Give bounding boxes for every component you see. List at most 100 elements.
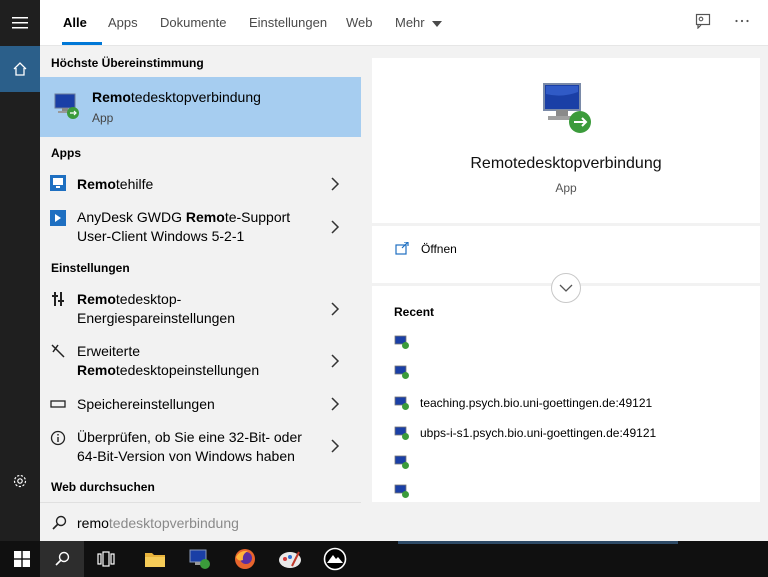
list-item-label: Überprüfen, ob Sie eine 32-Bit- oder 64-B… (77, 428, 327, 466)
start-button[interactable] (0, 541, 44, 577)
paint-app-button[interactable] (268, 541, 312, 577)
remote-desktop-small-icon (394, 484, 409, 498)
label-line1: Überprüfen, ob Sie eine 32-Bit- oder (77, 429, 302, 445)
taskbar-search-button[interactable] (40, 541, 84, 577)
hamburger-menu-button[interactable] (0, 0, 40, 46)
task-view-button[interactable] (84, 541, 128, 577)
best-match-subtitle: App (92, 111, 114, 125)
chevron-right-icon (331, 220, 340, 234)
remote-desktop-small-icon (394, 455, 409, 469)
mountain-app-button[interactable] (313, 541, 357, 577)
remote-desktop-taskbar-button[interactable] (178, 541, 222, 577)
recent-item[interactable] (394, 483, 410, 499)
best-match-title-bold: Remo (92, 89, 131, 105)
list-item-label: AnyDesk GWDG Remote-Support User-Client W… (77, 208, 327, 246)
remote-desktop-large-icon (543, 83, 591, 133)
label-rest: tedesktop- (115, 291, 182, 307)
firefox-button[interactable] (223, 541, 267, 577)
section-web-search: Web durchsuchen (51, 480, 155, 494)
home-icon (13, 62, 27, 76)
remote-desktop-small-icon (394, 426, 409, 440)
folder-icon (145, 553, 165, 567)
best-match-item[interactable]: Remotedesktopverbindung App (40, 77, 361, 137)
chevron-down-icon (559, 284, 573, 292)
tab-mehr-label: Mehr (395, 15, 425, 30)
results-panel: Höchste Übereinstimmung Remotedesktopver… (40, 46, 361, 502)
info-icon (50, 430, 66, 446)
file-explorer-button[interactable] (133, 541, 177, 577)
feedback-button[interactable] (695, 13, 711, 34)
search-box[interactable]: remotedesktopverbindung (40, 502, 361, 541)
filter-tab-bar: Alle Apps Dokumente Einstellungen Web Me… (40, 0, 768, 46)
recent-item[interactable] (394, 334, 410, 350)
firefox-icon (235, 549, 255, 569)
open-icon (395, 242, 409, 255)
tab-einstellungen[interactable]: Einstellungen (249, 15, 327, 30)
feedback-icon (695, 13, 711, 30)
app-title: Remotedesktopverbindung (470, 155, 662, 172)
tab-apps[interactable]: Apps (108, 15, 138, 30)
recent-item[interactable] (394, 454, 410, 470)
remote-desktop-small-icon (394, 335, 409, 349)
windows-logo-icon (14, 551, 30, 567)
label-rest: tedesktopeinstellungen (115, 362, 260, 378)
search-suggestion-text: tedesktopverbindung (108, 515, 239, 531)
label-line2: Energiespareinstellungen (77, 310, 235, 326)
list-item-bit-version[interactable]: Überprüfen, ob Sie eine 32-Bit- oder 64-B… (40, 427, 361, 467)
list-item-storage[interactable]: Speichereinstellungen (40, 393, 361, 417)
tab-dokumente[interactable]: Dokumente (160, 15, 226, 30)
anydesk-icon (50, 210, 66, 226)
gear-icon (13, 474, 27, 488)
settings-button[interactable] (0, 458, 40, 504)
remote-desktop-small-icon (394, 365, 409, 379)
list-item-label: Erweiterte Remotedesktopeinstellungen (77, 342, 327, 380)
app-details-card: Remotedesktopverbindung App (372, 58, 760, 223)
home-button[interactable] (0, 46, 40, 92)
label-line1: Erweiterte (77, 343, 141, 359)
tab-mehr[interactable]: Mehr (395, 15, 443, 30)
active-tab-indicator (62, 42, 102, 45)
search-input[interactable]: remotedesktopverbindung (77, 515, 239, 531)
recent-card: Recent teaching.psych.bio.uni-goettingen… (372, 273, 760, 502)
list-item-label: Speichereinstellungen (77, 396, 215, 412)
list-item-anydesk[interactable]: AnyDesk GWDG Remote-Support User-Client W… (40, 206, 361, 248)
label-bold: Remo (77, 291, 116, 307)
chevron-right-icon (331, 354, 340, 368)
search-icon (52, 515, 67, 530)
app-subtitle: App (555, 181, 577, 195)
hamburger-icon (12, 17, 28, 29)
label-line2: 64-Bit-Version von Windows haben (77, 448, 295, 464)
chevron-right-icon (331, 302, 340, 316)
label-bold: Remo (77, 176, 116, 192)
list-item-label: Remotehilfe (77, 175, 327, 194)
section-apps: Apps (51, 146, 81, 160)
tab-alle[interactable]: Alle (63, 15, 87, 30)
details-pane: Remotedesktopverbindung App Öffnen Recen… (361, 46, 768, 541)
recent-item[interactable]: ubps-i-s1.psych.bio.uni-goettingen.de:49… (394, 425, 656, 441)
chevron-right-icon (331, 397, 340, 411)
recent-item-label: ubps-i-s1.psych.bio.uni-goettingen.de:49… (420, 426, 657, 440)
section-best-match: Höchste Übereinstimmung (51, 56, 204, 70)
recent-item[interactable] (394, 364, 410, 380)
taskbar (0, 541, 768, 577)
ellipsis-icon (735, 19, 749, 23)
label-bold: Remo (77, 362, 116, 378)
best-match-title-rest: tedesktopverbindung (130, 89, 261, 105)
more-options-button[interactable] (734, 12, 750, 33)
tab-web[interactable]: Web (346, 15, 373, 30)
search-icon (55, 551, 70, 566)
label-line2: User-Client Windows 5-2-1 (77, 228, 245, 244)
recent-item[interactable]: teaching.psych.bio.uni-goettingen.de:491… (394, 395, 652, 411)
remote-desktop-icon (54, 93, 79, 119)
open-action-label: Öffnen (421, 242, 457, 256)
remote-settings-icon (52, 292, 64, 306)
list-item-advanced-remote[interactable]: Erweiterte Remotedesktopeinstellungen (40, 341, 361, 381)
recent-heading: Recent (394, 305, 435, 319)
taskbar-accent-strip (398, 541, 678, 544)
expand-button[interactable] (551, 273, 581, 303)
label-rest: te-Support (224, 209, 291, 225)
remote-connection-icon (51, 344, 65, 358)
left-rail (0, 0, 40, 541)
list-item-remotedesktop-energy[interactable]: Remotedesktop- Energiespareinstellungen (40, 289, 361, 329)
list-item-remotehilfe[interactable]: Remotehilfe (40, 172, 361, 196)
